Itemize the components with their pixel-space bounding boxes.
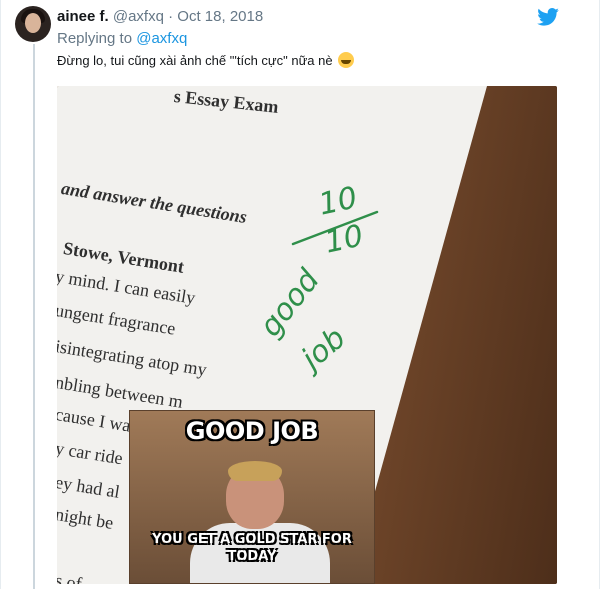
reply-prefix: Replying to (57, 30, 133, 47)
reply-context: Replying to @axfxq (57, 30, 187, 47)
separator-dot: · (168, 8, 174, 25)
joy-emoji-icon (338, 52, 355, 68)
tweet-card: ainee f. @axfxq · Oct 18, 2018 Replying … (0, 0, 600, 589)
meme-top-caption: GOOD JOB (185, 417, 319, 445)
avatar[interactable] (15, 6, 51, 42)
tweet-photo[interactable]: s Essay Exam and answer the questions St… (57, 86, 557, 584)
tweet-text: Đừng lo, tui cũng xài ảnh chế "'tích cực… (57, 52, 355, 68)
avatar-face (25, 13, 41, 33)
tweet-date[interactable]: Oct 18, 2018 (177, 8, 263, 25)
thread-line (33, 44, 35, 589)
meme-sticker: GOOD JOB YOU GET A GOLD STAR FOR TODAY (129, 410, 375, 584)
author-handle[interactable]: @axfxq (113, 8, 164, 25)
tweet-header: ainee f. @axfxq · Oct 18, 2018 (57, 8, 263, 26)
twitter-bird-icon[interactable] (537, 8, 559, 26)
author-name[interactable]: ainee f. (57, 8, 109, 25)
reply-to-link[interactable]: @axfxq (136, 30, 187, 47)
tweet-body: Đừng lo, tui cũng xài ảnh chế "'tích cực… (57, 53, 333, 68)
chef-hair (228, 461, 282, 481)
meme-bottom-caption: YOU GET A GOLD STAR FOR TODAY (152, 532, 352, 564)
